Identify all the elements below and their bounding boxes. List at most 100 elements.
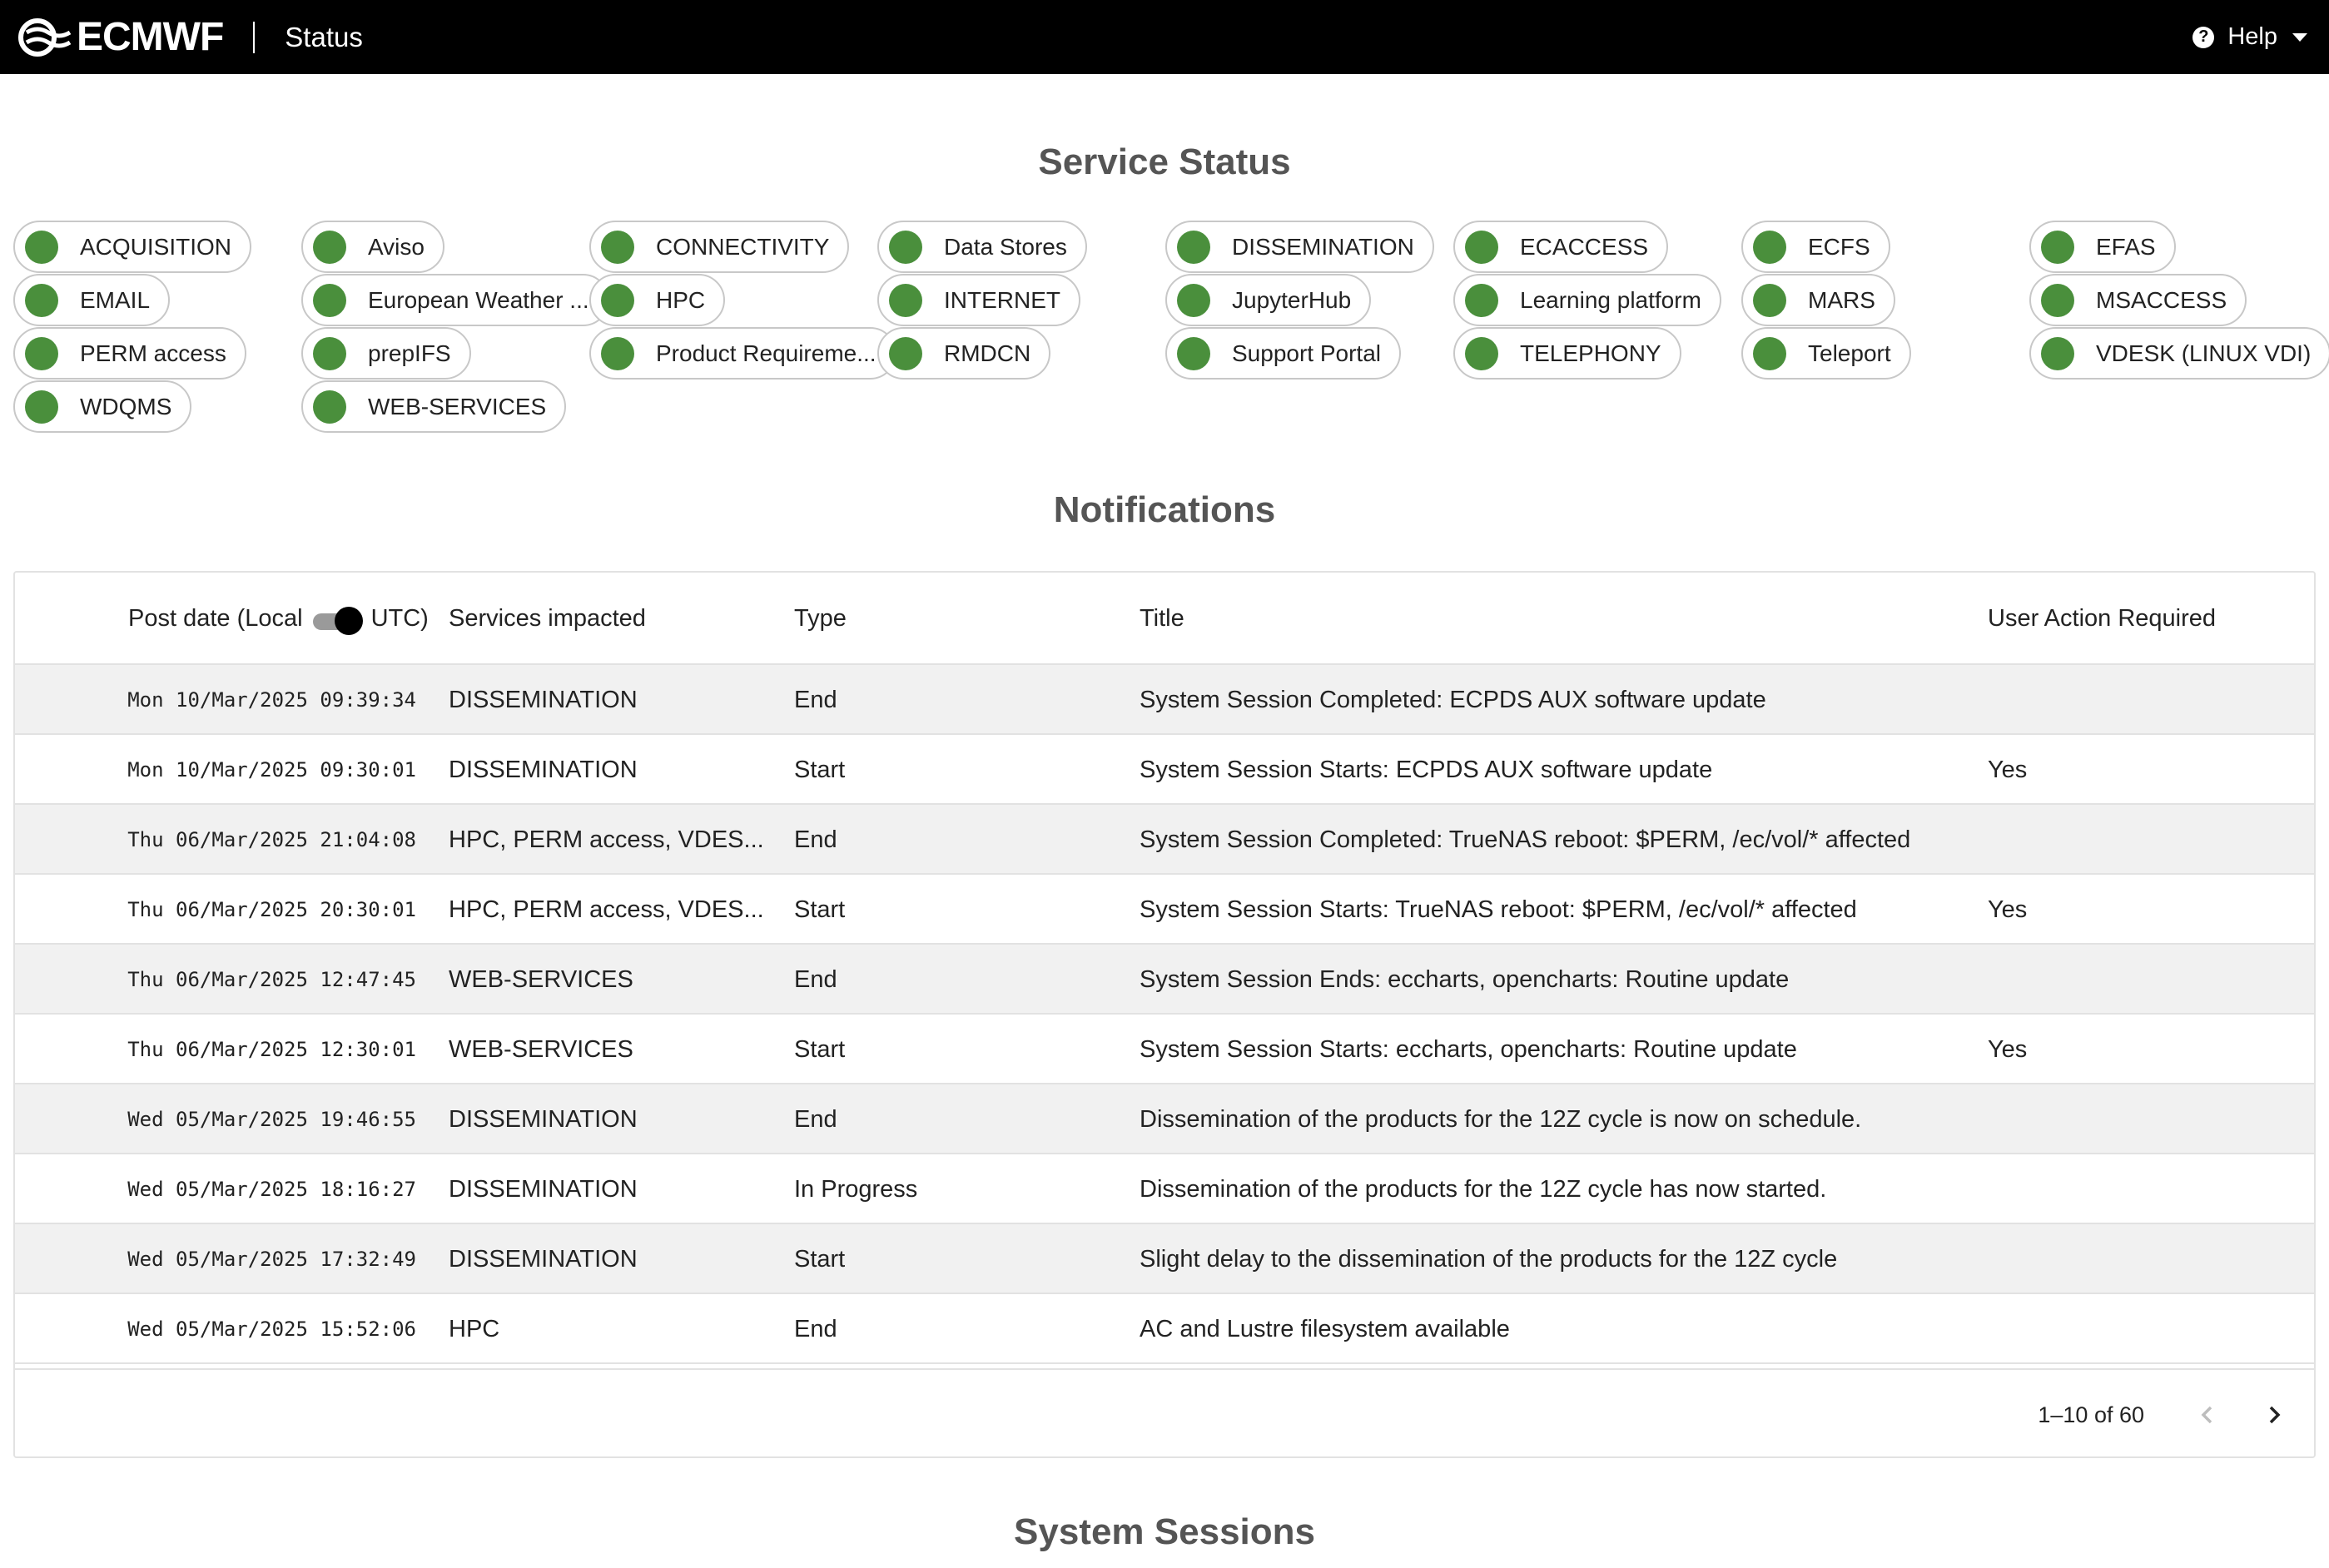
service-label: WDQMS [80,393,172,419]
table-row[interactable]: Wed 05/Mar/2025 19:46:55 DISSEMINATION End… [15,1084,2314,1154]
ecmwf-logo[interactable]: ECMWF [18,14,224,60]
table-row[interactable]: Wed 05/Mar/2025 17:32:49 DISSEMINATION Sta… [15,1224,2314,1294]
status-ok-icon [889,230,922,264]
service-chip[interactable]: Product Requireme... [589,327,896,380]
status-ok-icon [1465,230,1498,264]
table-row[interactable]: Thu 06/Mar/2025 12:47:45 WEB-SERVICES End S… [15,945,2314,1015]
title-cell: System Session Starts: ECPDS AUX softwar… [1140,756,1713,783]
utc-toggle[interactable] [311,606,363,635]
type-cell: Start [794,756,846,783]
status-ok-icon [601,230,634,264]
services-header[interactable]: Services impacted [449,573,646,665]
service-label: JupyterHub [1232,286,1352,313]
next-page-button[interactable] [2251,1392,2297,1438]
services-cell: DISSEMINATION [449,756,638,783]
system-sessions-title: System Sessions [1014,1511,1315,1552]
service-chip[interactable]: WDQMS [13,380,192,433]
type-cell: End [794,1315,837,1342]
user-action-header[interactable]: User Action Required [1988,573,2216,665]
title-cell: System Session Starts: eccharts, opencha… [1140,1035,1797,1063]
table-body: Mon 10/Mar/2025 09:39:34 DISSEMINATION End… [15,665,2314,1364]
post-date-local-label: Post date (Local [128,605,303,632]
service-chip[interactable]: Learning platform [1453,274,1721,326]
status-ok-icon [25,283,58,317]
service-chip[interactable]: prepIFS [301,327,471,380]
table-row[interactable]: Thu 06/Mar/2025 20:30:01 HPC, PERM access… [15,875,2314,945]
service-chip[interactable]: ECACCESS [1453,221,1669,273]
services-cell: HPC, PERM access, VDES... [449,896,764,923]
services-cell: DISSEMINATION [449,1245,638,1273]
service-chip[interactable]: RMDCN [877,327,1051,380]
service-chip[interactable]: Aviso [301,221,444,273]
service-chip[interactable]: WEB-SERVICES [301,380,567,433]
service-chip[interactable]: ECFS [1741,221,1890,273]
service-chip[interactable]: European Weather ... [301,274,609,326]
service-label: CONNECTIVITY [656,233,830,260]
service-chip[interactable]: ACQUISITION [13,221,252,273]
table-row[interactable]: Thu 06/Mar/2025 12:30:01 WEB-SERVICES Star… [15,1015,2314,1084]
chevron-down-icon [2292,32,2307,42]
service-chip[interactable]: JupyterHub [1165,274,1372,326]
status-ok-icon [313,390,346,424]
service-label: Support Portal [1232,340,1381,366]
services-cell: DISSEMINATION [449,686,638,713]
service-label: Teleport [1808,340,1891,366]
service-chip[interactable]: MSACCESS [2029,274,2247,326]
status-ok-icon [601,283,634,317]
previous-page-button[interactable] [2184,1392,2231,1438]
pagination-range: 1–10 of 60 [2038,1402,2144,1427]
title-header[interactable]: Title [1140,573,1184,665]
status-ok-icon [25,390,58,424]
status-ok-icon [1177,230,1210,264]
type-header[interactable]: Type [794,573,847,665]
status-ok-icon [313,336,346,370]
status-ok-icon [1177,283,1210,317]
service-label: TELEPHONY [1520,340,1661,366]
service-chip[interactable]: DISSEMINATION [1165,221,1434,273]
status-ok-icon [2041,283,2074,317]
table-row[interactable]: Wed 05/Mar/2025 18:16:27 DISSEMINATION In … [15,1154,2314,1224]
service-label: VDESK (LINUX VDI) [2096,340,2312,366]
table-row[interactable]: Mon 10/Mar/2025 09:39:34 DISSEMINATION End… [15,665,2314,735]
type-cell: End [794,1105,837,1133]
post-date-cell: Thu 06/Mar/2025 12:30:01 [127,1038,416,1061]
service-chip[interactable]: Teleport [1741,327,1911,380]
status-ok-icon [1177,336,1210,370]
type-cell: End [794,686,837,713]
table-header: Post date (Local UTC) Services impacted … [15,573,2314,665]
service-chip[interactable]: EMAIL [13,274,171,326]
service-chip[interactable]: Data Stores [877,221,1087,273]
status-ok-icon [313,283,346,317]
service-label: PERM access [80,340,226,366]
service-chip[interactable]: CONNECTIVITY [589,221,850,273]
help-circle-icon: ? [2192,26,2215,48]
title-cell: System Session Completed: TrueNAS reboot… [1140,826,1911,853]
help-menu-button[interactable]: ? Help [2192,0,2307,74]
table-footer: 1–10 of 60 [15,1368,2314,1458]
service-label: Product Requireme... [656,340,876,366]
post-date-header: Post date (Local UTC) [128,573,429,665]
service-chip[interactable]: INTERNET [877,274,1080,326]
service-label: European Weather ... [368,286,589,313]
service-chip[interactable]: VDESK (LINUX VDI) [2029,327,2329,380]
service-label: INTERNET [944,286,1060,313]
service-chip[interactable]: EFAS [2029,221,2176,273]
table-row[interactable]: Mon 10/Mar/2025 09:30:01 DISSEMINATION Sta… [15,735,2314,805]
services-cell: HPC, PERM access, VDES... [449,826,764,853]
service-chip[interactable]: PERM access [13,327,246,380]
services-cell: WEB-SERVICES [449,965,633,993]
service-chip[interactable]: HPC [589,274,726,326]
service-chip[interactable]: TELEPHONY [1453,327,1681,380]
post-date-cell: Mon 10/Mar/2025 09:30:01 [127,758,416,782]
service-chip[interactable]: MARS [1741,274,1895,326]
table-row[interactable]: Wed 05/Mar/2025 15:52:06 HPC End AC and Lus… [15,1294,2314,1364]
status-ok-icon [2041,230,2074,264]
type-cell: Start [794,896,846,923]
service-label: prepIFS [368,340,451,366]
help-label: Help [2227,23,2277,50]
service-chip[interactable]: Support Portal [1165,327,1401,380]
type-cell: Start [794,1035,846,1063]
status-ok-icon [889,283,922,317]
service-status-title: Service Status [1038,141,1291,182]
table-row[interactable]: Thu 06/Mar/2025 21:04:08 HPC, PERM access… [15,805,2314,875]
